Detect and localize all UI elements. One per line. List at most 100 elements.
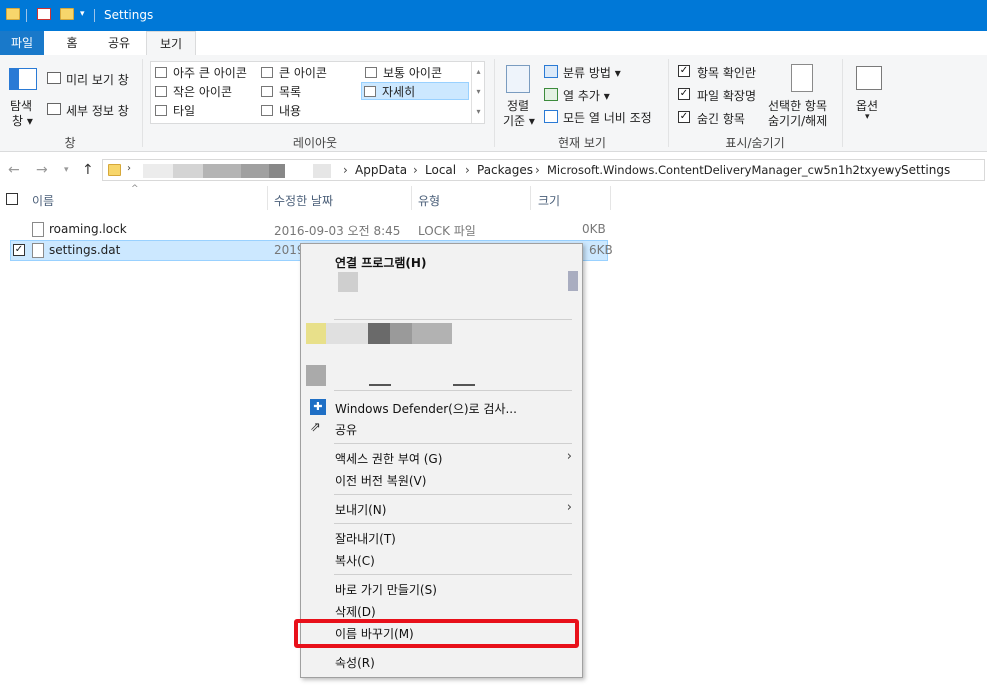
layout-large-icons[interactable]: 큰 아이콘 [259, 64, 327, 82]
breadcrumb-chevron-icon[interactable]: › [343, 163, 348, 177]
group-label-current-view: 현재 보기 [558, 136, 606, 150]
group-divider [668, 59, 669, 147]
column-divider[interactable] [267, 186, 268, 210]
window-title: Settings [104, 8, 154, 22]
menu-item-share[interactable]: 공유 [335, 421, 357, 438]
redacted-path [203, 164, 241, 178]
file-name: roaming.lock [49, 222, 127, 236]
menu-separator [334, 390, 572, 391]
group-label-layout: 레이아웃 [292, 136, 338, 150]
breadcrumb-chevron-icon[interactable]: › [887, 163, 892, 177]
layout-list[interactable]: 목록 [259, 83, 301, 101]
redacted-menu-area [306, 365, 326, 386]
menu-item-properties[interactable]: 속성(R) [335, 654, 375, 671]
file-row[interactable]: roaming.lock 2016-09-03 오전 8:45 LOCK 파일 … [10, 219, 608, 240]
layout-details[interactable]: 자세히 [361, 82, 469, 100]
file-name: settings.dat [49, 243, 121, 257]
group-by-icon [544, 65, 558, 78]
item-checkboxes-checkbox[interactable]: ✓ [678, 65, 690, 77]
tab-home[interactable]: 홈 [56, 31, 88, 55]
menu-item-delete[interactable]: 삭제(D) [335, 603, 376, 620]
breadcrumb-content-delivery-manager[interactable]: Microsoft.Windows.ContentDeliveryManager… [547, 163, 901, 177]
up-arrow-icon[interactable]: ↑ [82, 162, 94, 178]
tiles-icon [155, 105, 167, 116]
menu-separator [334, 523, 572, 524]
layout-content[interactable]: 내용 [259, 102, 301, 120]
tab-file[interactable]: 파일 [0, 31, 44, 55]
menu-item-send-to[interactable]: 보내기(N) [335, 501, 386, 518]
size-all-columns-button[interactable]: 모든 열 너비 조정 [563, 109, 652, 126]
column-divider[interactable] [530, 186, 531, 210]
column-header-size[interactable]: 크기 [538, 192, 560, 209]
new-folder-quick-icon[interactable] [60, 8, 74, 20]
redacted-menu-area [326, 323, 368, 344]
column-divider[interactable] [411, 186, 412, 210]
options-icon [856, 66, 882, 90]
add-columns-button[interactable]: 열 추가 ▾ [563, 87, 610, 104]
breadcrumb-settings[interactable]: Settings [901, 163, 950, 177]
breadcrumb-chevron-icon[interactable]: › [535, 163, 540, 177]
column-header-type[interactable]: 유형 [418, 192, 440, 209]
address-box[interactable]: › › AppData › Local › Packages › Microso… [102, 159, 985, 181]
gallery-scroll[interactable]: ▴ ▾ ▾ [471, 62, 485, 123]
preview-pane-button[interactable]: 미리 보기 창 [66, 71, 129, 88]
sort-by-button-line2[interactable]: 기준 ▾ [503, 112, 535, 129]
breadcrumb-appdata[interactable]: AppData [355, 163, 407, 177]
redacted-menu-area [412, 323, 452, 344]
menu-item-give-access[interactable]: 액세스 권한 부여 (G) [335, 450, 442, 467]
sort-ascending-icon: ^ [131, 184, 139, 194]
menu-item-open-with[interactable]: 연결 프로그램(H) [335, 254, 426, 271]
file-size: 0KB [582, 222, 606, 236]
breadcrumb-local[interactable]: Local [425, 163, 456, 177]
redacted-path [143, 164, 173, 178]
redacted-path [313, 164, 331, 178]
column-divider[interactable] [610, 186, 611, 210]
options-dropdown-icon[interactable]: ▾ [865, 112, 870, 122]
breadcrumb-chevron-icon[interactable]: › [413, 163, 418, 177]
menu-item-defender-scan[interactable]: Windows Defender(으)로 검사... [335, 400, 517, 417]
properties-quick-icon[interactable] [37, 8, 51, 20]
file-extensions-checkbox[interactable]: ✓ [678, 88, 690, 100]
column-header-date[interactable]: 수정한 날짜 [274, 192, 333, 209]
menu-item-create-shortcut[interactable]: 바로 가기 만들기(S) [335, 581, 437, 598]
preview-pane-icon [47, 72, 61, 84]
menu-item-cut[interactable]: 잘라내기(T) [335, 530, 396, 547]
column-header-name[interactable]: 이름 [32, 192, 54, 209]
details-pane-icon [47, 103, 61, 115]
hidden-items-label: 숨긴 항목 [697, 112, 745, 126]
breadcrumb-packages[interactable]: Packages [477, 163, 533, 177]
back-arrow-icon[interactable]: ← [8, 162, 20, 178]
breadcrumb-chevron-icon[interactable]: › [465, 163, 470, 177]
file-icon [32, 222, 44, 237]
hidden-items-checkbox[interactable]: ✓ [678, 111, 690, 123]
recent-locations-icon[interactable]: ▾ [64, 165, 69, 175]
layout-medium-icons[interactable]: 보통 아이콘 [363, 64, 442, 82]
forward-arrow-icon[interactable]: → [36, 162, 48, 178]
tab-share[interactable]: 공유 [100, 31, 138, 55]
hide-selected-button-line2[interactable]: 숨기기/해제 [768, 112, 827, 129]
divider [26, 9, 27, 22]
menu-separator [334, 319, 572, 320]
rename-highlight-box [294, 619, 579, 648]
menu-item-restore-previous-versions[interactable]: 이전 버전 복원(V) [335, 472, 426, 489]
content-icon [261, 105, 273, 116]
layout-small-icons[interactable]: 작은 아이콘 [153, 83, 232, 101]
group-by-button[interactable]: 분류 방법 ▾ [563, 64, 621, 81]
breadcrumb-chevron-icon[interactable]: › [127, 163, 131, 174]
row-checkbox[interactable]: ✓ [13, 244, 25, 256]
layout-extra-large-icons[interactable]: 아주 큰 아이콘 [153, 64, 247, 82]
tab-view[interactable]: 보기 [146, 31, 196, 56]
ribbon-tabs: 파일 홈 공유 보기 [0, 31, 987, 56]
select-all-checkbox[interactable] [6, 193, 18, 205]
nav-pane-button-line2[interactable]: 창 ▾ [12, 112, 33, 129]
customize-qat-icon[interactable]: ▾ [80, 9, 85, 19]
navigation-bar: ← → ▾ ↑ › › AppData › Local › Packages ›… [0, 156, 987, 184]
layout-tiles[interactable]: 타일 [153, 102, 195, 120]
menu-item-copy[interactable]: 복사(C) [335, 552, 375, 569]
defender-shield-icon: ✚ [310, 399, 326, 415]
menu-separator [334, 574, 572, 575]
details-pane-button[interactable]: 세부 정보 창 [66, 102, 129, 119]
redacted-path [241, 164, 269, 178]
file-type: LOCK 파일 [418, 224, 476, 238]
share-icon: ⇗ [310, 420, 321, 435]
